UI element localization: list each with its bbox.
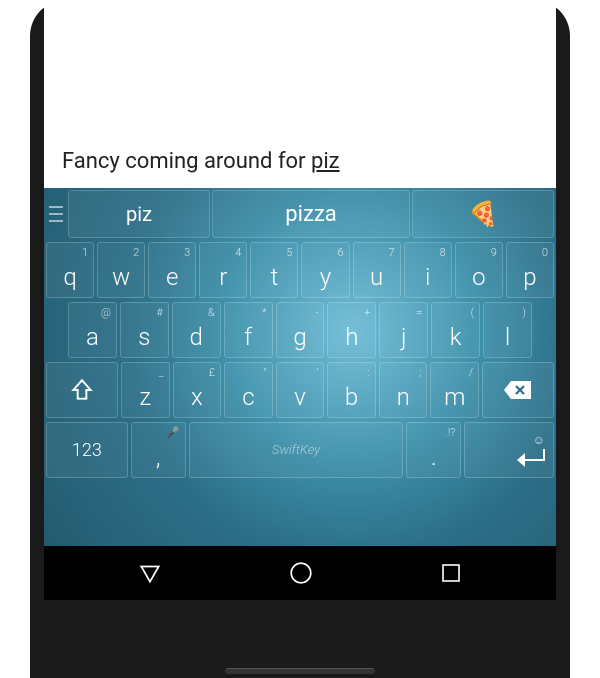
enter-icon bbox=[517, 449, 545, 467]
key-hint: @ bbox=[101, 306, 111, 319]
recents-icon bbox=[439, 561, 463, 585]
key-z[interactable]: _z bbox=[121, 362, 170, 418]
key-hint: 6 bbox=[337, 246, 343, 259]
key-hint: - bbox=[315, 306, 318, 319]
home-icon bbox=[288, 560, 314, 586]
key-q[interactable]: 1q bbox=[46, 242, 94, 298]
key-hint: ; bbox=[419, 366, 421, 379]
key-b[interactable]: :b bbox=[327, 362, 376, 418]
keyboard: piz pizza 🍕 1q2w3e4r5t6y7u8i9o0p @a#s&d*… bbox=[44, 188, 556, 546]
key-hint: " bbox=[264, 366, 267, 379]
key-i[interactable]: 8i bbox=[404, 242, 452, 298]
home-button[interactable] bbox=[288, 560, 314, 586]
key-o[interactable]: 9o bbox=[455, 242, 503, 298]
key-y[interactable]: 6y bbox=[301, 242, 349, 298]
screen: Fancy coming around for piz piz pizza 🍕 … bbox=[44, 0, 556, 600]
suggestion-left[interactable]: piz bbox=[68, 190, 210, 238]
backspace-key[interactable] bbox=[482, 362, 554, 418]
period-key[interactable]: .!? . bbox=[406, 422, 461, 478]
key-h[interactable]: +h bbox=[327, 302, 376, 358]
back-icon bbox=[137, 560, 163, 586]
key-d[interactable]: &d bbox=[172, 302, 221, 358]
key-hint: 5 bbox=[286, 246, 292, 259]
key-row-4: 123 🎤 , SwiftKey .!? . ☺ bbox=[46, 422, 554, 478]
typed-text: Fancy coming around for piz bbox=[62, 149, 340, 174]
key-hint: ( bbox=[471, 306, 475, 319]
key-row-3: _z£x"c'v:b;n/m bbox=[46, 362, 554, 418]
key-row-2: @a#s&d*f-g+h=j(k)l bbox=[46, 302, 554, 358]
key-hint: 4 bbox=[235, 246, 241, 259]
key-hint: = bbox=[416, 306, 422, 319]
shift-key[interactable] bbox=[46, 362, 118, 418]
key-x[interactable]: £x bbox=[173, 362, 222, 418]
key-n[interactable]: ;n bbox=[379, 362, 428, 418]
key-hint: 0 bbox=[542, 246, 548, 259]
key-k[interactable]: (k bbox=[431, 302, 480, 358]
key-c[interactable]: "c bbox=[224, 362, 273, 418]
key-hint: ' bbox=[316, 366, 318, 379]
key-f[interactable]: *f bbox=[224, 302, 273, 358]
suggestion-center[interactable]: pizza bbox=[212, 190, 410, 238]
key-v[interactable]: 'v bbox=[276, 362, 325, 418]
key-hint: / bbox=[469, 366, 473, 379]
key-hint: ) bbox=[522, 306, 526, 319]
key-e[interactable]: 3e bbox=[148, 242, 196, 298]
key-r[interactable]: 4r bbox=[199, 242, 247, 298]
key-l[interactable]: )l bbox=[483, 302, 532, 358]
key-row-1: 1q2w3e4r5t6y7u8i9o0p bbox=[46, 242, 554, 298]
key-hint: 3 bbox=[184, 246, 190, 259]
space-key[interactable]: SwiftKey bbox=[189, 422, 403, 478]
backspace-icon bbox=[503, 379, 533, 401]
back-button[interactable] bbox=[137, 560, 163, 586]
key-p[interactable]: 0p bbox=[506, 242, 554, 298]
enter-key[interactable]: ☺ bbox=[464, 422, 554, 478]
speaker-grille bbox=[225, 668, 375, 674]
key-hint: £ bbox=[209, 366, 215, 379]
phone-frame: Fancy coming around for piz piz pizza 🍕 … bbox=[30, 0, 570, 678]
key-hint: # bbox=[156, 306, 162, 319]
key-hint: * bbox=[262, 306, 267, 319]
key-t[interactable]: 5t bbox=[250, 242, 298, 298]
key-u[interactable]: 7u bbox=[353, 242, 401, 298]
numbers-key[interactable]: 123 bbox=[46, 422, 128, 478]
key-j[interactable]: =j bbox=[379, 302, 428, 358]
suggestion-bar: piz pizza 🍕 bbox=[46, 190, 554, 238]
key-hint: 9 bbox=[491, 246, 497, 259]
text-composing: piz bbox=[311, 149, 340, 174]
key-s[interactable]: #s bbox=[120, 302, 169, 358]
key-hint: 8 bbox=[440, 246, 446, 259]
text-input-area[interactable]: Fancy coming around for piz bbox=[44, 0, 556, 188]
key-hint: : bbox=[368, 366, 370, 379]
smile-icon: ☺ bbox=[533, 433, 545, 447]
mic-icon: 🎤 bbox=[166, 426, 180, 439]
brand-label: SwiftKey bbox=[272, 443, 320, 458]
key-m[interactable]: /m bbox=[430, 362, 479, 418]
key-hint: 1 bbox=[82, 246, 88, 259]
key-hint: 2 bbox=[133, 246, 139, 259]
period-hint: .!? bbox=[445, 426, 455, 439]
key-hint: 7 bbox=[389, 246, 395, 259]
suggestion-emoji[interactable]: 🍕 bbox=[412, 190, 554, 238]
key-hint: & bbox=[208, 306, 215, 319]
recents-button[interactable] bbox=[439, 561, 463, 585]
comma-key[interactable]: 🎤 , bbox=[131, 422, 186, 478]
shift-icon bbox=[69, 377, 95, 403]
android-navbar bbox=[44, 546, 556, 600]
key-g[interactable]: -g bbox=[276, 302, 325, 358]
key-hint: + bbox=[364, 306, 370, 319]
text-committed: Fancy coming around for bbox=[62, 149, 311, 174]
key-hint: _ bbox=[159, 366, 164, 379]
key-a[interactable]: @a bbox=[68, 302, 117, 358]
key-w[interactable]: 2w bbox=[97, 242, 145, 298]
hamburger-icon[interactable] bbox=[46, 190, 66, 238]
